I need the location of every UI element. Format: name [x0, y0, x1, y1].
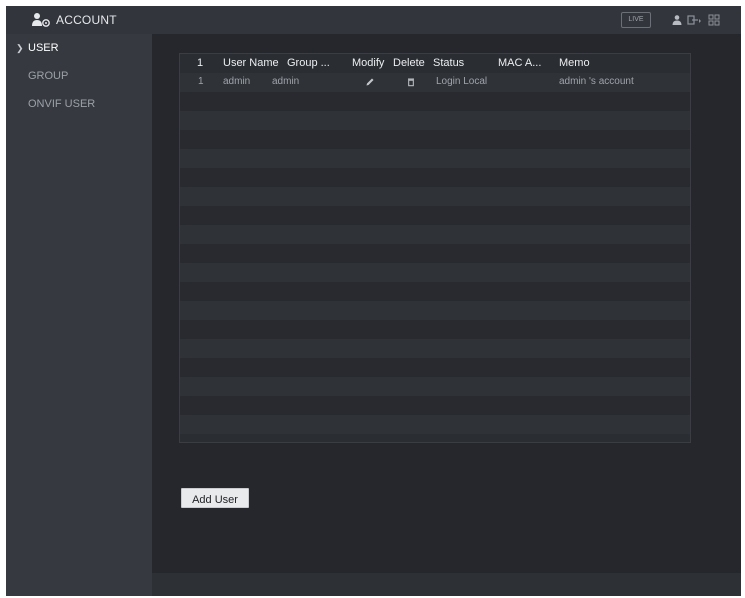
column-header-memo[interactable]: Memo — [559, 57, 590, 69]
user-table: 1 User Name Group ... Modify Delete Stat… — [179, 53, 691, 443]
sidebar-item-onvif-user[interactable]: ONVIF USER — [6, 90, 152, 118]
pencil-icon[interactable] — [365, 77, 375, 87]
chevron-right-icon: ❯ — [16, 43, 24, 53]
table-row — [180, 244, 690, 263]
add-user-button[interactable]: Add User — [181, 488, 249, 508]
logout-icon[interactable] — [687, 14, 703, 26]
account-icon — [32, 13, 50, 27]
table-row — [180, 206, 690, 225]
table-row — [180, 415, 690, 434]
menu-icon[interactable] — [708, 14, 720, 26]
column-header-user-name[interactable]: User Name — [223, 57, 279, 69]
live-button[interactable]: LIVE — [621, 12, 651, 28]
table-row — [180, 225, 690, 244]
table-row — [180, 320, 690, 339]
status-cell: Login Local — [436, 76, 488, 87]
app-window: ACCOUNT LIVE ❯ USER GROUP ONVIF USER 1 U… — [6, 6, 741, 596]
table-row — [180, 301, 690, 320]
page-title: ACCOUNT — [56, 13, 117, 27]
memo-cell: admin 's account — [559, 76, 634, 87]
table-row — [180, 282, 690, 301]
table-row — [180, 263, 690, 282]
column-header-group[interactable]: Group ... — [287, 57, 330, 69]
table-row[interactable]: 1 admin admin Login Local admin 's accou… — [180, 73, 690, 92]
table-row — [180, 358, 690, 377]
sidebar-item-user[interactable]: ❯ USER — [6, 34, 152, 62]
user-icon[interactable] — [671, 14, 683, 26]
table-row — [180, 339, 690, 358]
trash-icon[interactable] — [406, 77, 416, 87]
table-row — [180, 92, 690, 111]
table-header: 1 User Name Group ... Modify Delete Stat… — [180, 54, 690, 73]
column-header-mac[interactable]: MAC A... — [498, 57, 541, 69]
table-row — [180, 111, 690, 130]
main-panel: 1 User Name Group ... Modify Delete Stat… — [152, 34, 741, 596]
column-header-modify: Modify — [352, 57, 385, 69]
footer-strip — [152, 573, 741, 596]
table-row — [180, 187, 690, 206]
group-cell: admin — [272, 76, 300, 87]
sidebar-item-label: ONVIF USER — [28, 98, 96, 110]
column-header-delete: Delete — [393, 57, 425, 69]
table-row — [180, 377, 690, 396]
table-row — [180, 149, 690, 168]
sidebar: ❯ USER GROUP ONVIF USER — [6, 34, 152, 596]
row-index: 1 — [198, 76, 204, 87]
sidebar-item-label: GROUP — [28, 70, 69, 82]
user-name-cell: admin — [223, 76, 251, 87]
sidebar-item-group[interactable]: GROUP — [6, 62, 152, 90]
table-row — [180, 130, 690, 149]
column-header-index: 1 — [197, 57, 204, 69]
sidebar-item-label: USER — [28, 42, 59, 54]
title-bar: ACCOUNT LIVE — [6, 6, 741, 34]
table-row — [180, 168, 690, 187]
column-header-status[interactable]: Status — [433, 57, 464, 69]
table-row — [180, 396, 690, 415]
